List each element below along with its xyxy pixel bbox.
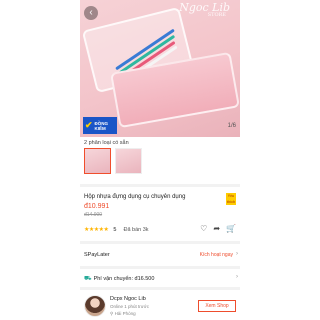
rating-stars-icon: ★★★★★ xyxy=(84,227,109,233)
badge-line-2: KIỂM xyxy=(94,125,106,131)
chevron-right-icon[interactable]: › xyxy=(236,251,238,257)
heart-icon[interactable]: ♡ xyxy=(200,224,207,233)
checkmark-icon: ✔ xyxy=(85,120,93,130)
cart-icon[interactable]: 🛒 xyxy=(226,224,236,233)
rating-row[interactable]: ★★★★★ 5 Đã bán 3k xyxy=(84,226,149,234)
variants-label: 2 phân loại có sẵn xyxy=(84,140,129,146)
shop-location-text: Hải Phòng xyxy=(114,311,136,316)
shipping-label: Phí vận chuyển: đ16.500 xyxy=(93,276,155,282)
shop-name[interactable]: Dcpx Ngoc Lib xyxy=(110,296,146,302)
watermark-sub: STORE xyxy=(207,12,226,18)
image-counter: 1/6 xyxy=(227,123,236,129)
shop-avatar[interactable] xyxy=(84,295,106,317)
original-price: đ14.900 xyxy=(84,212,103,218)
product-price: đ10.991 xyxy=(84,203,110,210)
variant-thumb[interactable] xyxy=(84,148,111,174)
view-shop-button[interactable]: Xem Shop xyxy=(198,300,236,312)
spaylater-label: SPayLater xyxy=(84,252,110,258)
share-icon[interactable]: ➦ xyxy=(213,224,220,233)
product-image[interactable]: Ngoc Lib STORE ‹ ✔ ĐỒNG KIỂM 1/6 xyxy=(80,0,240,137)
action-icons: ♡ ➦ 🛒 xyxy=(200,224,236,233)
section-divider xyxy=(80,241,240,244)
section-divider xyxy=(80,266,240,269)
verified-badge: ✔ ĐỒNG KIỂM xyxy=(83,117,117,134)
truck-icon: ⛟ xyxy=(84,276,92,282)
section-divider xyxy=(80,184,240,187)
shop-status: Online 1 phút trước xyxy=(110,304,149,309)
chevron-right-icon[interactable]: › xyxy=(236,274,238,280)
sold-count: Đã bán 3k xyxy=(123,226,149,233)
back-arrow-icon[interactable]: ‹ xyxy=(84,6,98,20)
section-divider xyxy=(80,287,240,290)
favorite-badge: Yêu thích xyxy=(226,193,236,205)
location-pin-icon: ⚲ xyxy=(110,311,114,316)
shop-location: ⚲ Hải Phòng xyxy=(110,311,136,317)
product-title: Hộp nhựa đựng dụng cụ chuyên dụng xyxy=(84,194,186,200)
rating-value: 5 xyxy=(113,226,117,233)
shipping-row[interactable]: ⛟ Phí vận chuyển: đ16.500 xyxy=(84,275,154,283)
variant-thumb[interactable] xyxy=(115,148,142,174)
spaylater-activate-link[interactable]: Kích hoạt ngay xyxy=(200,252,233,258)
